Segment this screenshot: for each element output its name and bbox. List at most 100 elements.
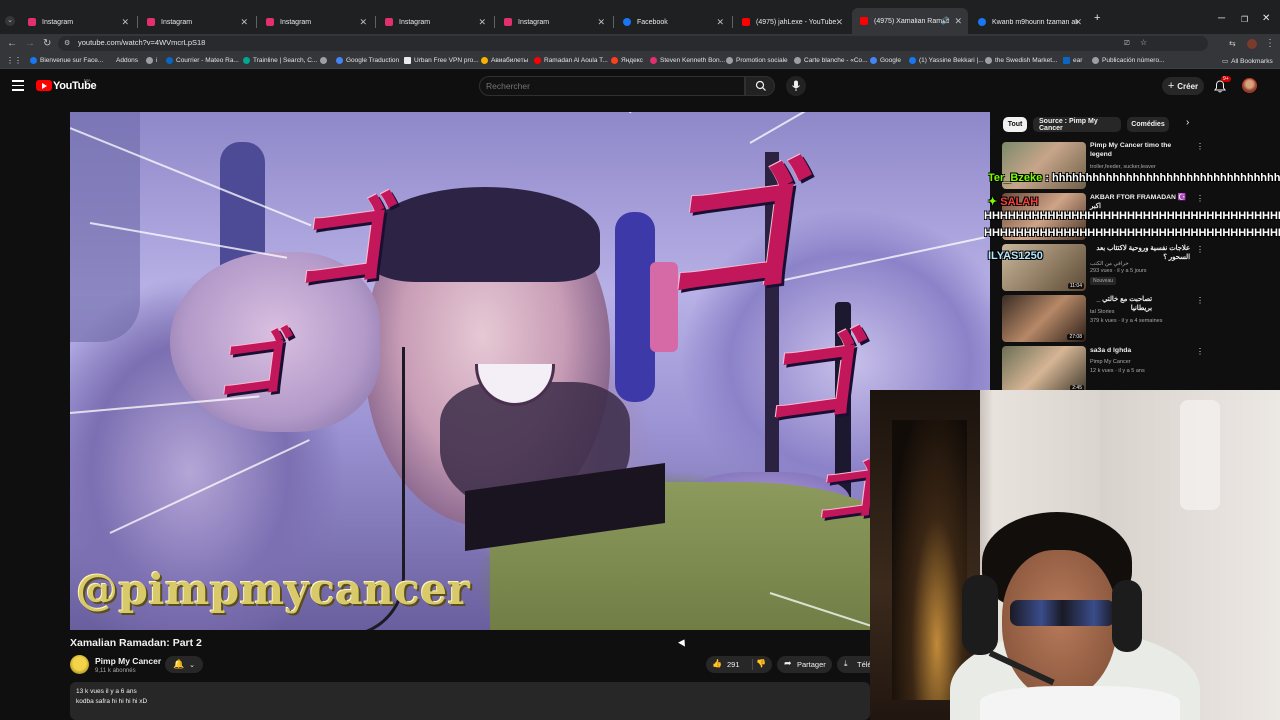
tab-close-icon[interactable]: ✕	[835, 17, 843, 28]
bookmark-star-icon[interactable]: ☆	[1140, 37, 1147, 49]
browser-tab[interactable]: Kwanb m9hourin fzaman akhri ✕	[970, 11, 1088, 33]
search-box[interactable]	[479, 76, 745, 96]
channel-name[interactable]: Pimp My Cancer	[95, 656, 161, 666]
thumbs-down-icon[interactable]: 👎	[756, 659, 766, 668]
maximize-icon[interactable]: ❐	[1241, 15, 1248, 24]
tab-close-icon[interactable]: ✕	[1074, 17, 1082, 28]
more-options-icon[interactable]: ⋮	[1196, 296, 1204, 305]
apps-grid-icon[interactable]: ⋮⋮	[6, 56, 22, 65]
bookmark-item[interactable]: Google	[870, 57, 901, 64]
bookmark-item[interactable]: Google Traduction	[336, 57, 399, 64]
chevron-right-icon[interactable]: ›	[1186, 117, 1189, 128]
bookmark-item[interactable]: Publicación número...	[1092, 57, 1165, 64]
recommendation-title[interactable]: علاجات نفسية وروحية لاكتئاب بعد السحور ؟	[1090, 245, 1190, 262]
bookmark-item[interactable]	[320, 57, 330, 64]
recommendation-title[interactable]: Pimp My Cancer timo the legend	[1090, 142, 1190, 159]
browser-tab[interactable]: (4975) jahLexe - YouTube ✕	[734, 11, 849, 33]
hamburger-menu-icon[interactable]	[12, 80, 24, 91]
browser-tab[interactable]: Instagram ✕	[20, 11, 135, 33]
tab-close-icon[interactable]: ✕	[240, 17, 248, 28]
chip-source[interactable]: Source : Pimp My Cancer	[1033, 117, 1121, 132]
voice-search-button[interactable]	[786, 76, 806, 96]
recommendation-title[interactable]: sa3a d lghda	[1090, 347, 1190, 356]
bookmark-item[interactable]: (1) Yassine Bekkari |...	[909, 57, 984, 64]
bookmark-item[interactable]: i	[146, 57, 157, 64]
share-button[interactable]: ➦ Partager	[777, 656, 832, 673]
description-box[interactable]: 13 k vues il y a 6 ans kodba safra hi hi…	[70, 682, 870, 720]
bookmark-item[interactable]: the Swedish Market...	[985, 57, 1058, 64]
bookmark-item[interactable]: Urban Free VPN pro...	[404, 57, 479, 64]
browser-tab[interactable]: Instagram ✕	[258, 11, 373, 33]
chip-all[interactable]: Tout	[1003, 117, 1027, 132]
new-tab-button[interactable]: +	[1094, 12, 1100, 24]
chip-comedies[interactable]: Comédies	[1127, 117, 1169, 132]
account-avatar[interactable]	[1242, 78, 1257, 93]
minimize-icon[interactable]: ─	[1218, 13, 1225, 24]
bookmark-item[interactable]: Promotion sociale	[726, 57, 788, 64]
more-options-icon[interactable]: ⋮	[1196, 245, 1204, 254]
tab-title: Instagram	[518, 18, 550, 26]
menu-dots-icon[interactable]: ⋮	[1265, 38, 1275, 50]
profile-avatar[interactable]	[1247, 39, 1257, 49]
bookmark-item[interactable]: Courrier - Mateo Ra...	[166, 57, 239, 64]
tab-search-icon[interactable]: ⌄	[5, 16, 15, 26]
url-text[interactable]: youtube.com/watch?v=4WVmcrLpS18	[78, 38, 205, 47]
chat-username: Ter_Bzeke	[988, 172, 1043, 184]
video-title: Xamalian Ramadan: Part 2	[70, 637, 202, 649]
browser-tab[interactable]: Instagram ✕	[139, 11, 254, 33]
browser-tab[interactable]: Instagram ✕	[496, 11, 611, 33]
menacing-glyph: ゴ	[760, 316, 874, 443]
bookmark-item[interactable]: Addons	[116, 57, 138, 64]
more-options-icon[interactable]: ⋮	[1196, 347, 1204, 356]
menacing-glyph: ゴ	[656, 143, 821, 326]
subscribed-bell-button[interactable]: 🔔 ⌄	[165, 656, 203, 673]
bookmark-item[interactable]: Яндекс	[611, 57, 643, 64]
tab-close-icon[interactable]: ✕	[716, 17, 724, 28]
browser-tab[interactable]: Facebook ✕	[615, 11, 730, 33]
more-options-icon[interactable]: ⋮	[1196, 194, 1204, 203]
search-button[interactable]	[745, 76, 775, 96]
site-info-icon[interactable]: ⚙	[64, 38, 70, 50]
recommendation-thumbnail[interactable]: 27:08	[1002, 295, 1086, 342]
tab-close-icon[interactable]: ✕	[954, 16, 962, 27]
browser-tab-active[interactable]: (4975) Xamalian Ramadan 🔊 ✕	[852, 8, 968, 34]
recommendation-title[interactable]: AKBAR FTOR FRAMADAN ☪️ اكبر	[1090, 194, 1190, 211]
bookmark-item[interactable]: Carte blanche - «Co...	[794, 57, 868, 64]
close-window-icon[interactable]: ✕	[1262, 13, 1270, 24]
recommendation-thumbnail[interactable]: 2:45	[1002, 346, 1086, 393]
instagram-icon	[266, 18, 274, 26]
bookmark-item[interactable]: Trainline | Search, C...	[243, 57, 317, 64]
cast-icon[interactable]: ⎚	[1124, 38, 1130, 50]
bookmark-item[interactable]: Авиабилеты	[481, 57, 528, 64]
person-shirt	[980, 686, 1180, 720]
download-icon: ⤓	[844, 659, 848, 668]
search-input[interactable]	[486, 81, 736, 91]
like-button[interactable]: 👍 291 👎	[706, 656, 772, 673]
more-options-icon[interactable]: ⋮	[1196, 142, 1204, 151]
country-code: MA	[84, 78, 91, 83]
tab-close-icon[interactable]: ✕	[359, 17, 367, 28]
instagram-icon	[504, 18, 512, 26]
channel-avatar[interactable]	[70, 655, 89, 674]
browser-tab[interactable]: Instagram ✕	[377, 11, 492, 33]
back-icon[interactable]: ←	[7, 38, 17, 50]
tab-close-icon[interactable]: ✕	[121, 17, 129, 28]
speaker-icon[interactable]: 🔊	[941, 17, 950, 25]
sidebar-icon[interactable]: ⇆	[1229, 38, 1236, 50]
bookmark-item[interactable]: Steven Kenneth Bon...	[650, 57, 725, 64]
create-button[interactable]: + Créer	[1162, 77, 1204, 95]
tab-close-icon[interactable]: ✕	[597, 17, 605, 28]
address-bar[interactable]: ⚙ youtube.com/watch?v=4WVmcrLpS18 ⎚ ☆	[58, 36, 1208, 51]
all-bookmarks-button[interactable]: ▭ All Bookmarks	[1222, 57, 1273, 66]
reload-icon[interactable]: ↻	[43, 38, 51, 50]
chat-message: Ter_Bzeke : hhhhhhhhhhhhhhhhhhhhhhhhhhhh…	[988, 172, 1280, 184]
video-watermark: @pimpmycancer	[76, 565, 471, 614]
person-hair	[370, 187, 600, 282]
tab-close-icon[interactable]: ✕	[478, 17, 486, 28]
chat-message: ✦ SALAH	[988, 195, 1038, 208]
bookmark-item[interactable]: ear	[1063, 57, 1082, 64]
bookmark-item[interactable]: Ramadan Al Aoula T...	[534, 57, 608, 64]
video-player[interactable]: ゴ ゴ ゴ ゴ ゴ	[70, 112, 990, 630]
forward-icon[interactable]: →	[25, 38, 35, 50]
bookmark-item[interactable]: Bienvenue sur Face...	[30, 57, 103, 64]
